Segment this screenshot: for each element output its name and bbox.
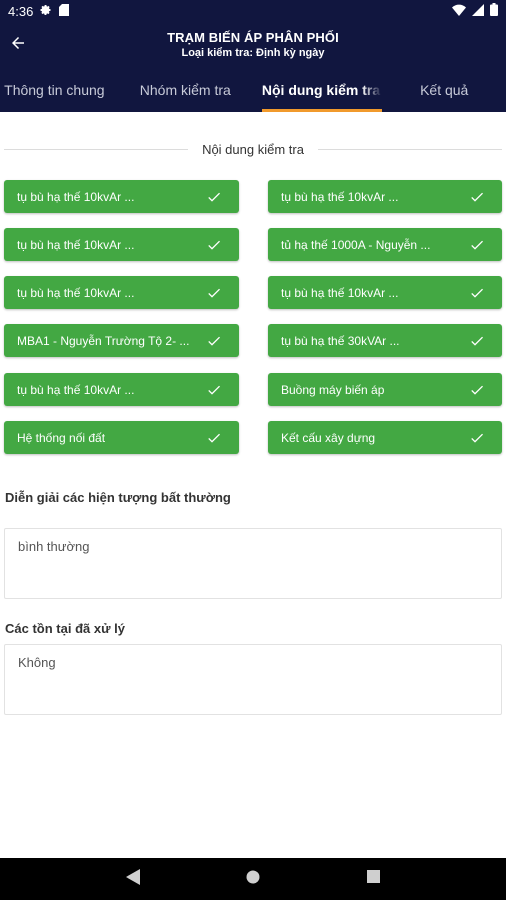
page-subtitle: Loại kiểm tra: Định kỳ ngày [181, 47, 325, 59]
check-item-label: tủ hạ thế 1000A - Nguyễn ... [281, 237, 431, 252]
checkmark-icon [468, 236, 486, 254]
check-item-label: MBA1 - Nguyễn Trường Tộ 2- ... [17, 333, 190, 348]
title-block: TRẠM BIẾN ÁP PHÂN PHỐI Loại kiểm tra: Đị… [0, 30, 506, 60]
check-item-label: tụ bù hạ thế 30kVAr ... [281, 333, 400, 348]
section-header: Nội dung kiểm tra [4, 138, 503, 160]
check-item-label: Hệ thống nối đất [17, 430, 106, 445]
divider [4, 148, 189, 150]
checkmark-icon [205, 188, 223, 206]
checkmark-icon [205, 284, 223, 302]
check-item[interactable]: tụ bù hạ thế 10kvAr ... [4, 228, 239, 261]
check-item[interactable]: tụ bù hạ thế 10kvAr ... [268, 276, 502, 309]
app-bar: TRẠM BIẾN ÁP PHÂN PHỐI Loại kiểm tra: Đị… [0, 22, 506, 68]
checkmark-icon [205, 332, 223, 350]
check-item-label: tụ bù hạ thế 10kvAr ... [17, 189, 135, 204]
abnormal-field[interactable]: bình thường [4, 528, 502, 599]
handled-field-value: Không [18, 655, 56, 670]
nav-back-button[interactable] [121, 867, 145, 891]
status-right [452, 3, 498, 19]
checkmark-icon [205, 236, 223, 254]
check-item[interactable]: tủ hạ thế 1000A - Nguyễn ... [268, 228, 502, 261]
checkmark-icon [468, 284, 486, 302]
circle-home-icon [246, 870, 260, 889]
tab-check-groups[interactable]: Nhóm kiểm tra [109, 68, 262, 112]
check-item[interactable]: Kết cấu xây dựng [268, 421, 502, 454]
check-item-label: Kết cấu xây dựng [281, 430, 376, 445]
checkmark-icon [205, 381, 223, 399]
check-item[interactable]: tụ bù hạ thế 10kvAr ... [4, 180, 239, 213]
sd-card-icon [59, 3, 70, 19]
check-item-label: tụ bù hạ thế 10kvAr ... [17, 382, 135, 397]
tab-general-info[interactable]: Thông tin chung [0, 68, 109, 112]
abnormal-label: Diễn giải các hiện tượng bất thường [5, 490, 231, 505]
checkmark-icon [468, 188, 486, 206]
checkmark-icon [468, 332, 486, 350]
check-item[interactable]: MBA1 - Nguyễn Trường Tộ 2- ... [4, 324, 239, 357]
signal-icon [472, 3, 484, 19]
check-item-label: tụ bù hạ thế 10kvAr ... [281, 189, 399, 204]
tab-bar: Thông tin chung Nhóm kiểm tra Nội dung k… [0, 68, 506, 112]
gear-icon [40, 4, 52, 19]
check-item[interactable]: Hệ thống nối đất [4, 421, 239, 454]
section-title: Nội dung kiểm tra [202, 141, 304, 157]
triangle-back-icon [126, 868, 140, 890]
checkmark-icon [468, 381, 486, 399]
status-left: 4:36 [8, 3, 70, 19]
status-time: 4:36 [8, 3, 34, 19]
check-item[interactable]: tụ bù hạ thế 10kvAr ... [268, 180, 502, 213]
nav-home-button[interactable] [241, 867, 265, 891]
system-nav-bar [0, 858, 506, 900]
divider [317, 148, 503, 150]
tab-check-content[interactable]: Nội dung kiểm tra [261, 68, 383, 112]
check-item[interactable]: tụ bù hạ thế 30kVAr ... [268, 324, 502, 357]
handled-field[interactable]: Không [4, 644, 502, 715]
check-item-label: tụ bù hạ thế 10kvAr ... [17, 285, 135, 300]
screen: 4:36 TRẠM BIẾN ÁP PHÂN PHỐI Loại kiểm tr… [0, 0, 506, 900]
tab-fade [362, 68, 383, 112]
check-item[interactable]: tụ bù hạ thế 10kvAr ... [4, 276, 239, 309]
wifi-icon [452, 4, 466, 19]
check-item-label: Buồng máy biến áp [281, 382, 385, 397]
square-recents-icon [366, 870, 380, 888]
handled-label: Các tồn tại đã xử lý [5, 621, 125, 636]
checkmark-icon [205, 429, 223, 447]
check-item[interactable]: Buồng máy biến áp [268, 373, 502, 406]
tab-results[interactable]: Kết quả [382, 68, 506, 112]
page-title: TRẠM BIẾN ÁP PHÂN PHỐI [167, 30, 339, 45]
nav-recents-button[interactable] [361, 867, 385, 891]
check-item-label: tụ bù hạ thế 10kvAr ... [281, 285, 399, 300]
check-item-label: tụ bù hạ thế 10kvAr ... [17, 237, 135, 252]
check-item[interactable]: tụ bù hạ thế 10kvAr ... [4, 373, 239, 406]
checkmark-icon [468, 429, 486, 447]
status-bar: 4:36 [0, 0, 506, 22]
battery-icon [490, 3, 498, 19]
abnormal-field-value: bình thường [18, 539, 90, 554]
